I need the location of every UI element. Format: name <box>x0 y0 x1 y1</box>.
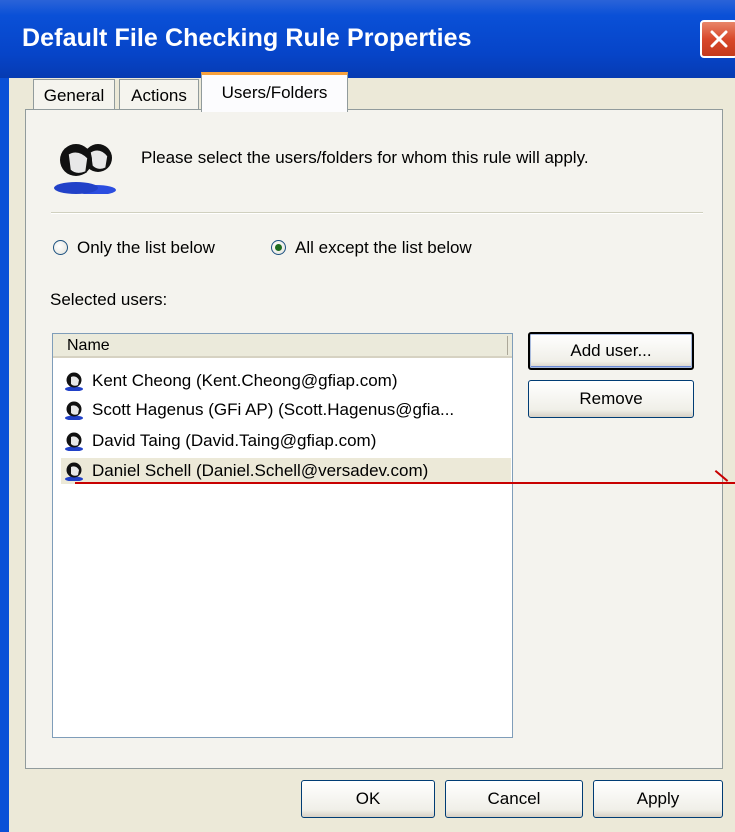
user-icon <box>65 401 83 420</box>
apply-button[interactable]: Apply <box>593 780 723 818</box>
tab-general[interactable]: General <box>33 79 115 109</box>
close-icon <box>710 30 728 48</box>
column-header-name[interactable]: Name <box>53 334 512 358</box>
column-divider <box>507 336 508 355</box>
radio-all-except[interactable] <box>271 240 286 255</box>
list-item[interactable]: David Taing (David.Taing@gfiap.com) <box>61 428 511 454</box>
user-icon <box>65 462 83 481</box>
list-item[interactable]: Daniel Schell (Daniel.Schell@versadev.co… <box>61 458 511 484</box>
radio-only-list-label[interactable]: Only the list below <box>77 238 215 258</box>
tab-users-folders[interactable]: Users/Folders <box>201 72 348 112</box>
users-list[interactable]: Name Kent Cheong (Kent.Cheong@gfiap.com)… <box>52 333 513 738</box>
intro-text: Please select the users/folders for whom… <box>141 148 589 167</box>
user-name: Kent Cheong (Kent.Cheong@gfiap.com) <box>92 371 398 390</box>
properties-dialog: Default File Checking Rule Properties Ge… <box>0 0 735 832</box>
annotation-line <box>75 482 735 484</box>
separator <box>51 212 703 214</box>
add-user-button[interactable]: Add user... <box>528 332 694 370</box>
selected-users-label: Selected users: <box>50 290 168 309</box>
radio-all-except-label[interactable]: All except the list below <box>295 238 472 258</box>
user-name: Daniel Schell (Daniel.Schell@versadev.co… <box>92 461 429 480</box>
list-item[interactable]: Kent Cheong (Kent.Cheong@gfiap.com) <box>61 368 511 394</box>
window-border <box>0 78 9 832</box>
radio-only-list[interactable] <box>53 240 68 255</box>
tab-actions[interactable]: Actions <box>119 79 199 109</box>
remove-button[interactable]: Remove <box>528 380 694 418</box>
window-title: Default File Checking Rule Properties <box>22 24 472 52</box>
users-group-icon <box>54 144 116 194</box>
list-item[interactable]: Scott Hagenus (GFi AP) (Scott.Hagenus@gf… <box>61 397 511 423</box>
user-icon <box>65 432 83 451</box>
cancel-button[interactable]: Cancel <box>445 780 583 818</box>
ok-button[interactable]: OK <box>301 780 435 818</box>
title-bar[interactable]: Default File Checking Rule Properties <box>0 0 735 78</box>
user-name: David Taing (David.Taing@gfiap.com) <box>92 431 377 450</box>
user-icon <box>65 372 83 391</box>
user-name: Scott Hagenus (GFi AP) (Scott.Hagenus@gf… <box>92 400 455 419</box>
close-button[interactable] <box>700 20 735 58</box>
column-header-label: Name <box>67 337 110 354</box>
